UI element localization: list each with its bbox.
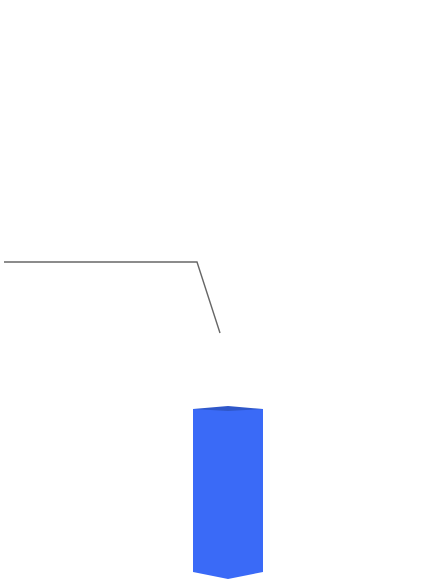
canvas — [0, 0, 434, 580]
blue-column-shape — [193, 406, 263, 579]
blue-column-face — [193, 409, 263, 579]
illustration — [4, 261, 263, 579]
leader-line — [4, 261, 221, 334]
